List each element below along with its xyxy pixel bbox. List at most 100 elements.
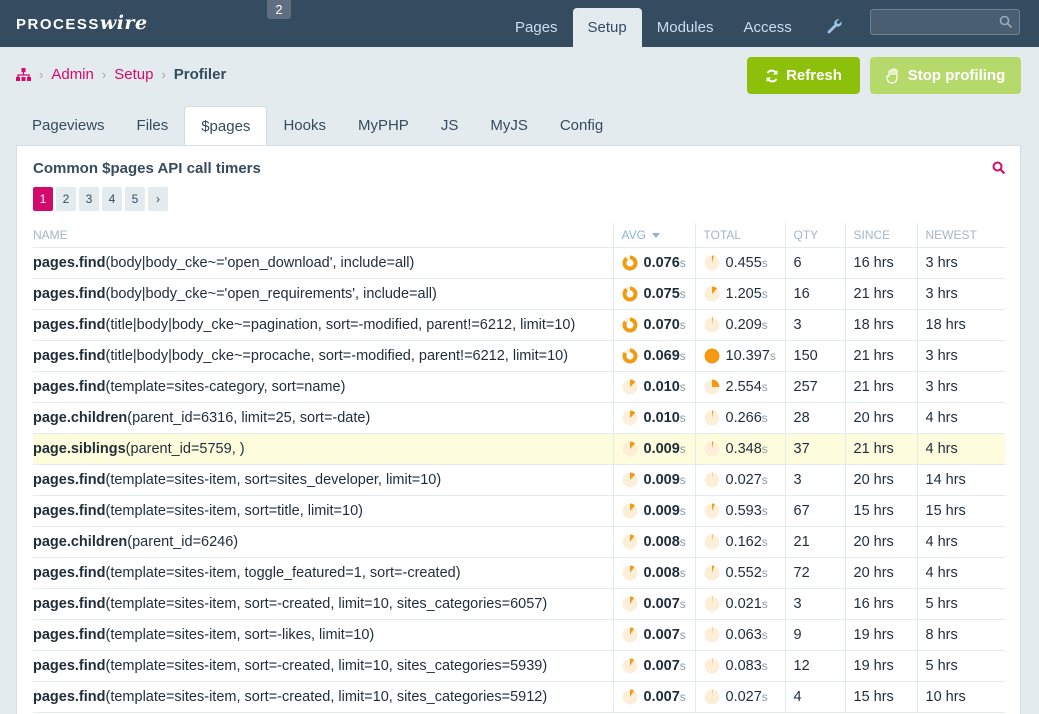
avg-value: 0.010s (644, 379, 686, 395)
nav-modules[interactable]: Modules (642, 8, 729, 47)
tab-pages[interactable]: $pages (184, 106, 268, 146)
table-row[interactable]: pages.find(template=sites-item, sort=-cr… (33, 650, 1005, 682)
avg-number: 0.007 (643, 657, 680, 674)
total-unit: s (761, 596, 768, 611)
tab-hooks[interactable]: Hooks (267, 106, 342, 146)
since-cell: 20 hrs (844, 402, 917, 434)
stop-profiling-button[interactable]: Stop profiling (870, 57, 1021, 94)
tab-myphp[interactable]: MyPHP (342, 106, 425, 146)
total-pie-icon (704, 471, 719, 487)
page-4-button[interactable]: 4 (102, 187, 122, 211)
tab-pageviews[interactable]: Pageviews (16, 106, 121, 146)
avg-number: 0.069 (643, 347, 680, 364)
qty-cell: 12 (784, 650, 845, 682)
call-function: page.children (33, 409, 128, 426)
call-args: (parent_id=6316, limit=25, sort=-date) (127, 409, 371, 426)
processwire-logo[interactable]: PROCESSwire (16, 12, 148, 34)
avg-number: 0.008 (643, 533, 680, 550)
wrench-icon[interactable] (825, 17, 843, 35)
avg-unit: s (679, 689, 686, 704)
table-row[interactable]: pages.find(template=sites-item, sort=tit… (33, 495, 1005, 527)
page-2-button[interactable]: 2 (56, 187, 76, 211)
table-row[interactable]: page.children(parent_id=6316, limit=25, … (33, 402, 1005, 434)
call-args: (template=sites-category, sort=name) (105, 378, 346, 395)
total-cell: 0.209s (694, 309, 785, 341)
newest-cell: 18 hrs (916, 309, 1005, 341)
timers-table: Name Avg Total Qty Since Newest pages.find(bo… (33, 223, 1005, 713)
next-page-button[interactable]: › (148, 187, 168, 211)
notification-badge[interactable]: 2 (267, 0, 291, 19)
table-row[interactable]: page.siblings(parent_id=5759, ) 0.009s 0.3… (33, 433, 1005, 465)
avg-pie-icon (622, 441, 637, 456)
avg-unit: s (679, 596, 686, 611)
search-icon[interactable] (992, 161, 1006, 175)
breadcrumb-setup[interactable]: Setup (114, 66, 153, 83)
tab-files[interactable]: Files (121, 106, 185, 146)
newest-cell: 4 hrs (916, 557, 1005, 589)
call-function: page.siblings (33, 440, 126, 457)
since-cell: 20 hrs (844, 557, 917, 589)
table-row[interactable]: pages.find(template=sites-item, sort=-cr… (33, 588, 1005, 620)
total-pie-icon (704, 317, 719, 332)
refresh-button[interactable]: Refresh (747, 57, 860, 94)
column-header-newest[interactable]: Newest (916, 223, 1005, 248)
tab-config[interactable]: Config (544, 106, 619, 146)
tab-myjs[interactable]: MyJS (474, 106, 544, 146)
call-args: (template=sites-item, sort=-likes, limit… (105, 626, 375, 643)
page-1-button[interactable]: 1 (33, 187, 53, 211)
avg-number: 0.008 (643, 564, 680, 581)
column-header-qty[interactable]: Qty (784, 223, 845, 248)
table-row[interactable]: pages.find(title|body|body_cke~=procache… (33, 340, 1005, 372)
sitemap-icon[interactable] (16, 68, 31, 81)
qty-cell: 9 (784, 619, 845, 651)
nav-pages[interactable]: Pages (500, 8, 573, 47)
avg-unit: s (679, 658, 686, 673)
call-function: pages.find (33, 347, 106, 364)
total-unit: s (761, 441, 768, 456)
call-function: pages.find (33, 564, 106, 581)
avg-pie-icon (622, 410, 637, 425)
newest-cell: 3 hrs (916, 278, 1005, 310)
table-row[interactable]: page.children(parent_id=6246) 0.008s 0.162… (33, 526, 1005, 558)
column-header-since[interactable]: Since (844, 223, 917, 248)
newest-cell: 10 hrs (916, 681, 1005, 713)
nav-access[interactable]: Access (728, 8, 806, 47)
table-row[interactable]: pages.find(title|body|body_cke~=paginati… (33, 309, 1005, 341)
nav-setup[interactable]: Setup (572, 8, 642, 47)
table-row[interactable]: pages.find(template=sites-item, sort=sit… (33, 464, 1005, 496)
column-header-name[interactable]: Name (33, 223, 613, 248)
total-cell: 0.162s (694, 526, 785, 558)
avg-cell: 0.007s (612, 619, 695, 651)
total-value: 2.554s (726, 379, 768, 395)
breadcrumb-admin[interactable]: Admin (51, 66, 94, 83)
table-row[interactable]: pages.find(template=sites-category, sort… (33, 371, 1005, 403)
avg-number: 0.007 (643, 595, 680, 612)
search-input[interactable] (870, 9, 1020, 35)
avg-unit: s (679, 255, 686, 270)
page-3-button[interactable]: 3 (79, 187, 99, 211)
avg-pie-icon (622, 565, 637, 580)
avg-number: 0.010 (643, 378, 680, 395)
page-5-button[interactable]: 5 (125, 187, 145, 211)
avg-pie-icon (622, 627, 637, 642)
total-unit: s (761, 410, 768, 425)
total-number: 0.063 (725, 626, 762, 643)
column-header-avg[interactable]: Avg (612, 223, 695, 248)
table-row[interactable]: pages.find(body|body_cke~='open_download… (33, 247, 1005, 279)
table-row[interactable]: pages.find(body|body_cke~='open_requirem… (33, 278, 1005, 310)
column-header-total[interactable]: Total (694, 223, 785, 248)
total-pie-icon (704, 595, 719, 611)
table-row[interactable]: pages.find(template=sites-item, sort=-cr… (33, 681, 1005, 713)
table-row[interactable]: pages.find(template=sites-item, toggle_f… (33, 557, 1005, 589)
avg-cell: 0.009s (612, 495, 695, 527)
since-cell: 21 hrs (844, 371, 917, 403)
avg-unit: s (679, 441, 686, 456)
qty-cell: 257 (784, 371, 845, 403)
avg-cell: 0.007s (612, 588, 695, 620)
total-unit: s (761, 286, 768, 301)
table-row[interactable]: pages.find(template=sites-item, sort=-li… (33, 619, 1005, 651)
tab-js[interactable]: JS (425, 106, 475, 146)
total-pie-icon (704, 409, 719, 425)
qty-cell: 21 (784, 526, 845, 558)
avg-unit: s (679, 410, 686, 425)
